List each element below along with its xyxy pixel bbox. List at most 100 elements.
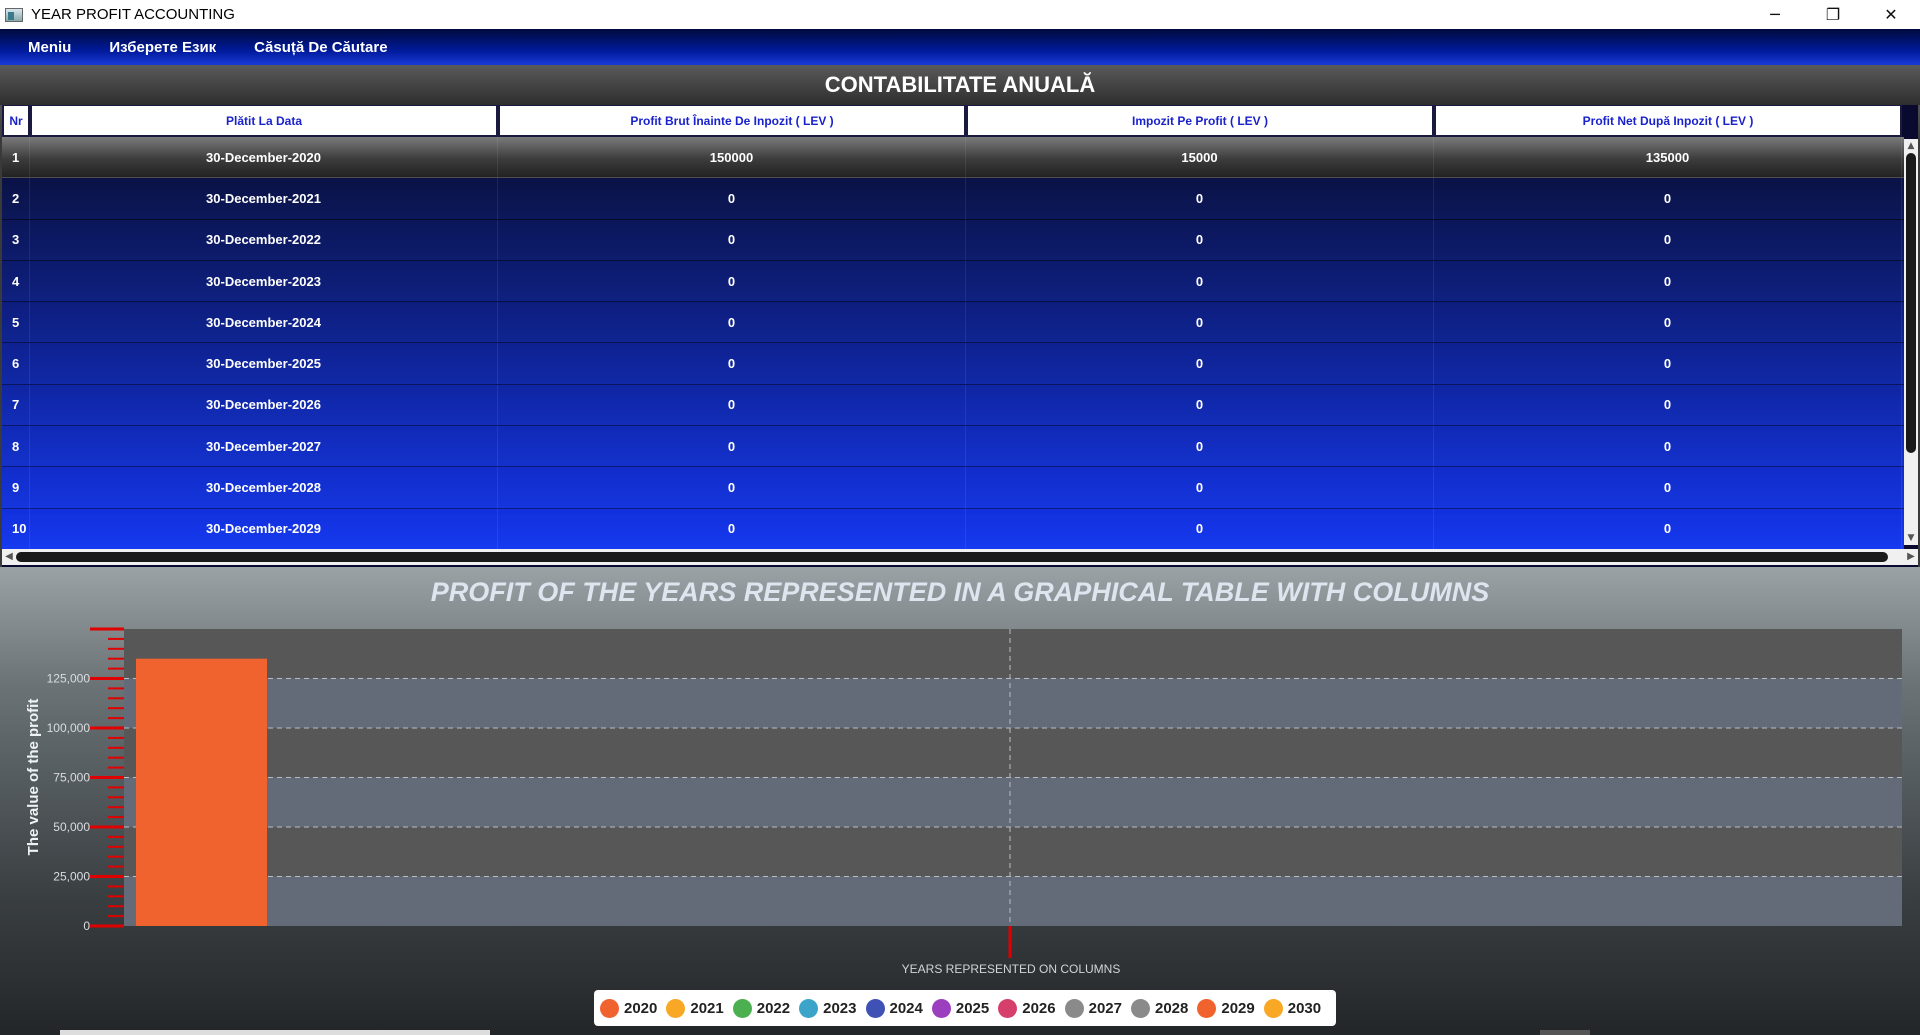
chart-legend: 2020 2021 2022 2023 2024 2025 2026 2027 2028 2029…	[594, 990, 1337, 1026]
y-tick-label: 50,000	[53, 820, 90, 834]
table-cell: 6	[2, 343, 30, 384]
minimize-icon[interactable]: ─	[1746, 0, 1804, 29]
table-cell: 0	[498, 343, 966, 384]
table-cell: 0	[966, 508, 1434, 549]
table-cell: 30-December-2029	[30, 508, 498, 549]
table-cell: 0	[1434, 219, 1902, 260]
y-tick-label: 100,000	[47, 721, 91, 735]
table-cell: 0	[966, 384, 1434, 426]
legend-item[interactable]: 2023	[799, 998, 857, 1018]
table-cell: 0	[1434, 343, 1902, 384]
table-cell: 0	[498, 260, 966, 302]
table-cell: 150000	[498, 137, 966, 178]
window-titlebar: YEAR PROFIT ACCOUNTING ─ ❐ ✕	[0, 0, 1920, 29]
table-cell: 0	[966, 178, 1434, 219]
table-title: CONTABILITATE ANUALĂ	[0, 65, 1920, 105]
menu-bar: Meniu Изберете Език Căsuță De Căutare	[0, 29, 1920, 65]
table-row[interactable]: 2 30-December-2021 0 0 0	[2, 178, 1904, 220]
table-cell: 0	[966, 260, 1434, 302]
table-cell: 0	[966, 219, 1434, 260]
legend-label: 2023	[823, 999, 857, 1017]
table-row[interactable]: 3 30-December-2022 0 0 0	[2, 219, 1904, 261]
legend-label: 2020	[624, 999, 658, 1017]
y-tick-label: 125,000	[47, 672, 91, 686]
column-header-2[interactable]: Profit Brut Înainte De Inpozit ( LEV )	[498, 105, 966, 137]
table-cell: 0	[1434, 508, 1902, 549]
chart-section: PROFIT OF THE YEARS REPRESENTED IN A GRA…	[0, 567, 1920, 1035]
legend-dot-icon	[1064, 998, 1084, 1018]
table-row[interactable]: 4 30-December-2023 0 0 0	[2, 260, 1904, 303]
legend-item[interactable]: 2024	[865, 998, 923, 1018]
legend-item[interactable]: 2029	[1197, 998, 1255, 1018]
restore-icon[interactable]: ❐	[1804, 0, 1862, 29]
vertical-scroll-thumb[interactable]	[1906, 153, 1916, 453]
menu-item-language[interactable]: Изберете Език	[109, 39, 216, 56]
plot-band	[124, 629, 1902, 679]
column-header-3[interactable]: Impozit Pe Profit ( LEV )	[966, 105, 1434, 137]
legend-label: 2030	[1287, 999, 1322, 1017]
menu-item-meniu[interactable]: Meniu	[28, 39, 71, 56]
legend-label: 2021	[690, 999, 724, 1017]
close-icon[interactable]: ✕	[1862, 0, 1920, 29]
legend-item[interactable]: 2026	[998, 998, 1056, 1018]
table-cell: 135000	[1434, 137, 1902, 178]
table-row[interactable]: 7 30-December-2026 0 0 0	[2, 384, 1904, 427]
table-row[interactable]: 8 30-December-2027 0 0 0	[2, 426, 1904, 468]
table-cell: 0	[498, 178, 966, 219]
table-row[interactable]: 5 30-December-2024 0 0 0	[2, 302, 1904, 344]
legend-item[interactable]: 2025	[931, 998, 989, 1018]
legend-item[interactable]: 2020	[600, 998, 658, 1018]
legend-label: 2028	[1155, 999, 1189, 1017]
legend-item[interactable]: 2022	[732, 998, 791, 1018]
table-row[interactable]: 6 30-December-2025 0 0 0	[2, 343, 1904, 385]
table-cell: 0	[498, 302, 966, 343]
table-cell: 3	[2, 219, 30, 260]
legend-dot-icon	[931, 998, 951, 1018]
table-cell: 5	[2, 302, 30, 343]
legend-dot-icon	[998, 998, 1018, 1018]
legend-dot-icon	[1197, 998, 1217, 1018]
table-cell: 30-December-2027	[30, 426, 498, 467]
table-cell: 30-December-2022	[30, 219, 498, 260]
scroll-up-icon[interactable]: ▲	[1904, 139, 1918, 153]
table-row[interactable]: 10 30-December-2029 0 0 0	[2, 508, 1904, 550]
table-row[interactable]: 9 30-December-2028 0 0 0	[2, 467, 1904, 509]
status-strip	[60, 1030, 490, 1035]
window-title: YEAR PROFIT ACCOUNTING	[31, 6, 235, 23]
legend-label: 2022	[756, 999, 791, 1017]
table-cell: 0	[498, 508, 966, 549]
scroll-down-icon[interactable]: ▼	[1904, 531, 1918, 545]
menu-item-search[interactable]: Căsuță De Căutare	[254, 39, 387, 56]
table-cell: 0	[966, 302, 1434, 343]
accounting-table: Nr Plătit La Data Profit Brut Înainte De I…	[2, 105, 1918, 567]
table-body: 1 30-December-2020 150000 15000 135000 2 30-De…	[2, 137, 1904, 550]
scroll-left-icon[interactable]: ◀	[2, 549, 16, 565]
legend-dot-icon	[600, 998, 619, 1018]
column-header-0[interactable]: Nr	[2, 105, 30, 137]
table-cell: 0	[966, 343, 1434, 384]
legend-item[interactable]: 2028	[1131, 998, 1189, 1018]
horizontal-scrollbar[interactable]: ◀ ▶	[2, 549, 1918, 565]
legend-dot-icon	[799, 998, 819, 1018]
legend-label: 2027	[1088, 999, 1122, 1017]
table-cell: 30-December-2020	[30, 137, 498, 178]
table-cell: 10	[2, 508, 30, 549]
vertical-scrollbar[interactable]: ▲ ▼	[1904, 139, 1918, 545]
table-cell: 15000	[966, 137, 1434, 178]
x-axis-label: YEARS REPRESENTED ON COLUMNS	[902, 962, 1121, 976]
scroll-right-icon[interactable]: ▶	[1904, 549, 1918, 565]
legend-item[interactable]: 2030	[1263, 998, 1322, 1018]
table-cell: 30-December-2026	[30, 384, 498, 426]
column-header-1[interactable]: Plătit La Data	[30, 105, 498, 137]
legend-dot-icon	[1131, 998, 1150, 1018]
app-icon	[5, 7, 23, 22]
y-tick-label: 0	[83, 919, 90, 933]
plot-band	[124, 678, 1902, 728]
plot-band	[124, 777, 1902, 827]
column-header-4[interactable]: Profit Net După Inpozit ( LEV )	[1434, 105, 1902, 137]
table-cell: 0	[1434, 302, 1902, 343]
horizontal-scroll-thumb[interactable]	[16, 552, 1888, 562]
table-row[interactable]: 1 30-December-2020 150000 15000 135000	[2, 137, 1904, 179]
legend-item[interactable]: 2021	[666, 998, 724, 1018]
legend-item[interactable]: 2027	[1064, 998, 1122, 1018]
